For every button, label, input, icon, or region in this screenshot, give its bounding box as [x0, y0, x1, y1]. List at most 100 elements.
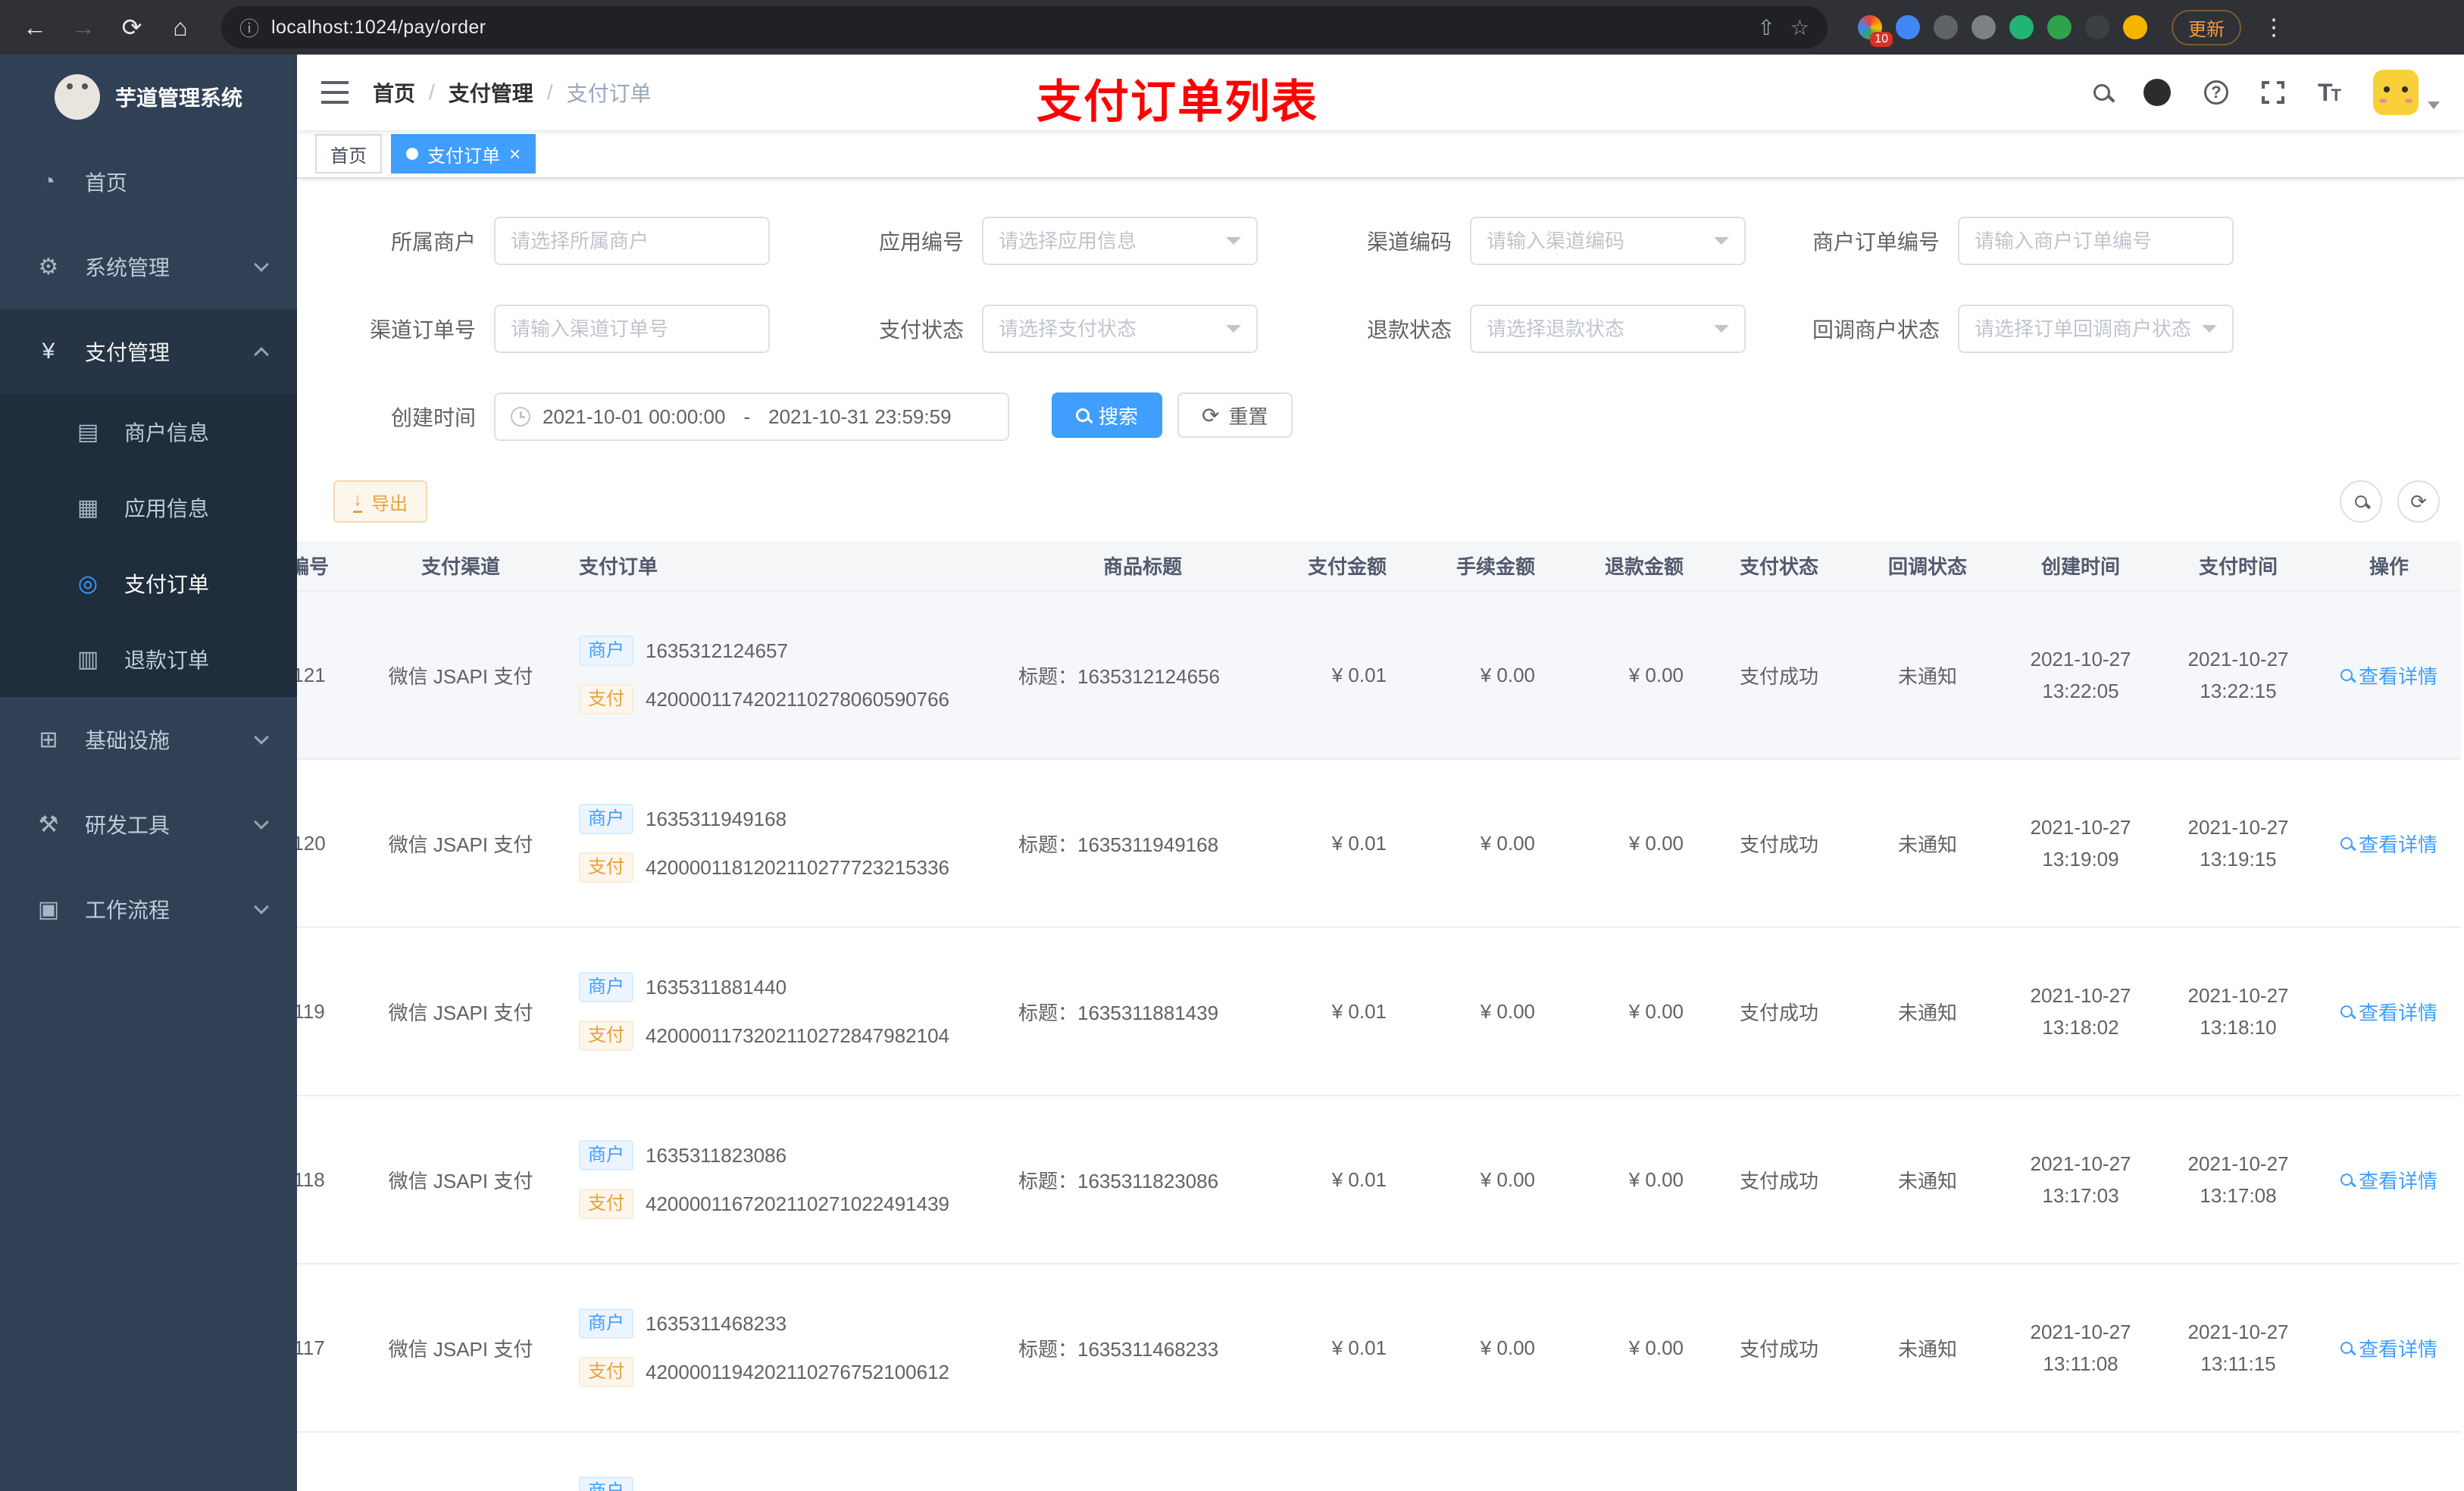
sidebar-item-pay-order[interactable]: ◎ 支付订单	[0, 545, 297, 621]
sidebar-item-refund-order[interactable]: ▥ 退款订单	[0, 621, 297, 697]
table-row[interactable]: 121 微信 JSAPI 支付 商户 1635312124657 支付 4200…	[297, 591, 2461, 760]
view-details-link[interactable]: 查看详情	[2340, 1334, 2437, 1362]
sidebar-item-home[interactable]: ◔ 首页	[0, 139, 297, 224]
cell-created: 2021-10-27 13:11:08	[2002, 1264, 2159, 1433]
merchant-order-no-field[interactable]	[1975, 229, 2217, 253]
forward-icon[interactable]: →	[64, 8, 103, 47]
browser-update-button[interactable]: 更新	[2172, 9, 2241, 45]
col-refund: 退款金额	[1556, 541, 1705, 592]
pay-status-select[interactable]	[982, 305, 1258, 353]
notify-status-select[interactable]	[1958, 305, 2234, 353]
export-button[interactable]: ↓ 导出	[333, 480, 427, 523]
extension-icon-8[interactable]	[2123, 15, 2147, 39]
view-details-link[interactable]: 查看详情	[2340, 998, 2437, 1026]
channel-order-no-input[interactable]	[494, 305, 770, 353]
refresh-table-button[interactable]: ⟳	[2397, 480, 2440, 523]
channel-order-no-field[interactable]	[511, 317, 753, 341]
view-details-label: 查看详情	[2358, 1001, 2437, 1024]
view-details-link[interactable]: 查看详情	[2340, 1166, 2437, 1194]
cell-amount: ¥ 0.01	[1279, 591, 1408, 760]
close-icon[interactable]: ×	[509, 144, 521, 164]
help-icon[interactable]: ?	[2204, 80, 2228, 105]
col-title: 商品标题	[1006, 541, 1279, 592]
card-icon: ▤	[77, 419, 99, 445]
breadcrumb: 首页 / 支付管理 / 支付订单	[373, 77, 652, 108]
tab-home[interactable]: 首页	[315, 134, 382, 173]
cell-channel: 微信 JSAPI 支付	[355, 1264, 567, 1433]
pay-status-field[interactable]	[999, 317, 1217, 341]
search-button[interactable]: 搜索	[1052, 392, 1163, 438]
view-details-label: 查看详情	[2358, 833, 2437, 856]
pay-order-no: 4200001194202110276752100612	[646, 1360, 950, 1383]
toggle-search-button[interactable]	[2340, 480, 2382, 523]
table-row[interactable]: 120 微信 JSAPI 支付 商户 1635311949168 支付 4200…	[297, 759, 2461, 928]
reload-icon[interactable]: ⟳	[112, 8, 152, 47]
pay-order-no: 4200001181202110277723215336	[646, 855, 950, 879]
refund-status-field[interactable]	[1487, 317, 1705, 341]
sidebar-item-infrastructure[interactable]: ⊞ 基础设施	[0, 697, 297, 782]
sidebar-item-workflow[interactable]: ▣ 工作流程	[0, 867, 297, 952]
extension-icon-6[interactable]	[2047, 15, 2072, 39]
extension-icon-5[interactable]	[2009, 15, 2034, 39]
breadcrumb-current: 支付订单	[566, 82, 652, 105]
caret-down-icon	[2428, 102, 2440, 109]
magnifier-icon	[2340, 1174, 2353, 1186]
back-icon[interactable]: ←	[15, 8, 55, 47]
sidebar-item-app-info[interactable]: ▦ 应用信息	[0, 470, 297, 545]
sidebar-item-payment[interactable]: ¥ 支付管理	[0, 309, 297, 394]
active-dot-icon	[406, 148, 418, 160]
created-date: 2021-10-27	[2030, 816, 2131, 839]
cell-id: 119	[297, 927, 355, 1096]
pay-tag: 支付	[579, 684, 633, 714]
user-menu[interactable]	[2373, 70, 2440, 115]
fullscreen-icon[interactable]	[2261, 80, 2285, 105]
breadcrumb-home[interactable]: 首页	[373, 77, 415, 108]
merchant-input-field[interactable]	[511, 229, 753, 253]
merchant-order-no: 1635312124657	[646, 639, 788, 662]
extension-icon-7[interactable]	[2085, 15, 2109, 39]
app-logo[interactable]: 芋道管理系统	[0, 55, 297, 139]
reset-button[interactable]: ⟳ 重置	[1177, 392, 1293, 438]
merchant-input[interactable]	[494, 217, 770, 265]
sidebar-item-dev-tools[interactable]: ⚒ 研发工具	[0, 782, 297, 867]
table-row[interactable]: 117 微信 JSAPI 支付 商户 1635311468233 支付 4200…	[297, 1264, 2461, 1433]
breadcrumb-separator: /	[546, 80, 553, 104]
app-no-select-field[interactable]	[999, 229, 1217, 253]
app-no-select[interactable]	[982, 217, 1258, 265]
table-row[interactable]: 商户 支付	[297, 1432, 2461, 1491]
table-row[interactable]: 118 微信 JSAPI 支付 商户 1635311823086 支付 4200…	[297, 1096, 2461, 1264]
extension-icon-1[interactable]: 10	[1858, 15, 1893, 47]
search-icon[interactable]	[2093, 84, 2110, 101]
share-icon[interactable]: ⇧	[1757, 15, 1775, 40]
refund-status-select[interactable]	[1470, 305, 1746, 353]
menu-fold-icon[interactable]	[321, 81, 349, 104]
view-details-link[interactable]: 查看详情	[2340, 830, 2437, 858]
bookmark-star-icon[interactable]: ☆	[1790, 15, 1809, 40]
extension-icon-2[interactable]	[1896, 15, 1920, 39]
font-size-icon[interactable]: TT	[2318, 79, 2341, 107]
extension-icon-3[interactable]	[1934, 15, 1958, 39]
browser-menu-icon[interactable]: ⋮	[2256, 14, 2291, 41]
table-row[interactable]: 119 微信 JSAPI 支付 商户 1635311881440 支付 4200…	[297, 927, 2461, 1096]
sidebar-item-merchant-info[interactable]: ▤ 商户信息	[0, 394, 297, 470]
date-start-value[interactable]: 2021-10-01 00:00:00	[543, 405, 725, 429]
breadcrumb-payment[interactable]: 支付管理	[449, 77, 533, 108]
date-range-picker[interactable]: 2021-10-01 00:00:00 - 2021-10-31 23:59:5…	[494, 392, 1009, 441]
date-end-value[interactable]: 2021-10-31 23:59:59	[768, 405, 951, 429]
channel-code-field[interactable]	[1487, 229, 1705, 253]
merchant-order-no-input[interactable]	[1958, 217, 2234, 265]
site-info-icon[interactable]: ⓘ	[239, 14, 259, 42]
cell-status: 支付成功	[1705, 591, 1853, 760]
home-icon[interactable]: ⌂	[161, 8, 200, 47]
cell-amount: ¥ 0.01	[1279, 1264, 1408, 1433]
cell-id: 121	[297, 591, 355, 760]
github-icon[interactable]	[2143, 79, 2171, 106]
tab-pay-order[interactable]: 支付订单 ×	[391, 134, 536, 173]
sidebar-item-label: 支付管理	[85, 341, 170, 364]
extension-icon-4[interactable]	[1972, 15, 1996, 39]
address-bar[interactable]: ⓘ localhost:1024/pay/order ⇧ ☆	[221, 6, 1828, 48]
notify-status-field[interactable]	[1975, 317, 2193, 341]
channel-code-select[interactable]	[1470, 217, 1746, 265]
sidebar-item-system[interactable]: ⚙ 系统管理	[0, 224, 297, 309]
view-details-link[interactable]: 查看详情	[2340, 661, 2437, 689]
